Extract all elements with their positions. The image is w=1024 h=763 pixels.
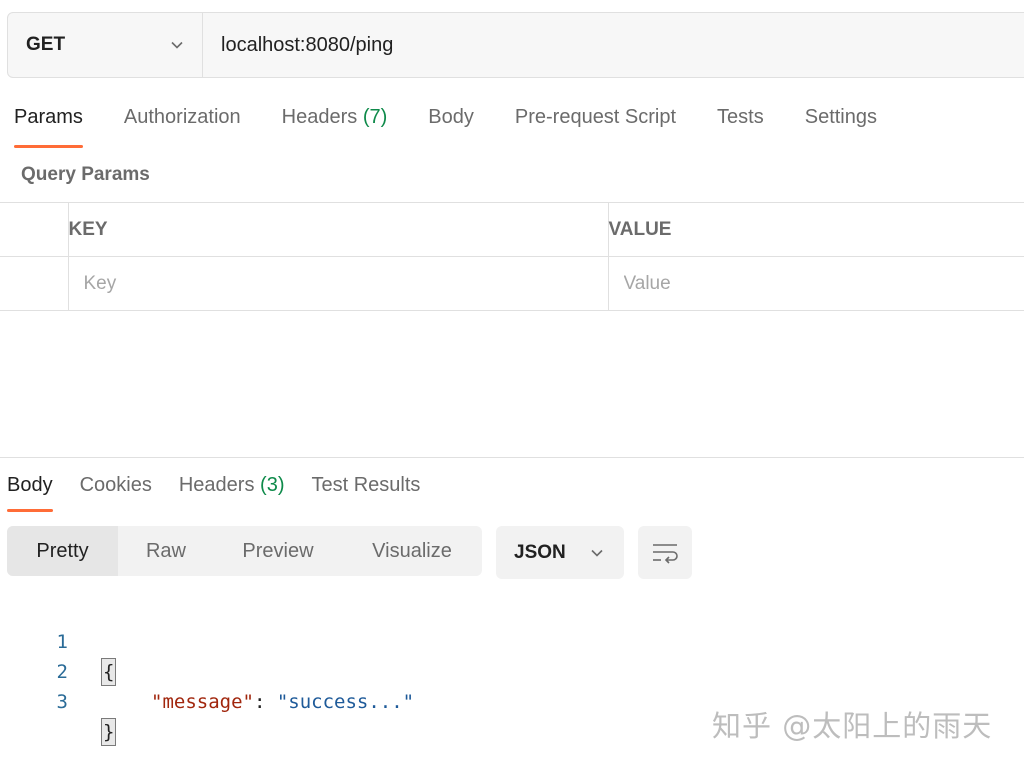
json-colon: : xyxy=(253,691,277,713)
tab-cookies[interactable]: Cookies xyxy=(80,466,152,512)
tab-response-body[interactable]: Body xyxy=(7,466,53,512)
format-label: JSON xyxy=(514,541,566,563)
checkbox-column xyxy=(0,202,68,257)
wrap-lines-button[interactable] xyxy=(638,526,692,579)
tab-settings[interactable]: Settings xyxy=(805,98,877,148)
pane-divider[interactable] xyxy=(0,457,1024,458)
key-cell xyxy=(67,256,608,311)
response-headers-count: (3) xyxy=(260,474,285,496)
tab-authorization[interactable]: Authorization xyxy=(124,98,241,148)
code-line: 3 } xyxy=(0,657,117,746)
json-value: "success..." xyxy=(276,691,415,713)
tab-test-results[interactable]: Test Results xyxy=(311,466,420,512)
watermark-text: 知乎 @太阳上的雨天 xyxy=(712,709,993,743)
code-line: 2 "message": "success..." xyxy=(0,627,415,713)
method-label: GET xyxy=(26,34,66,55)
key-header: KEY xyxy=(67,202,608,257)
request-bar: GET xyxy=(7,12,1024,78)
response-tabs: Body Cookies Headers (3) Test Results xyxy=(7,466,447,512)
url-input[interactable] xyxy=(203,13,1024,77)
tab-headers[interactable]: Headers (7) xyxy=(282,98,388,148)
open-brace: { xyxy=(101,658,117,686)
line-number: 3 xyxy=(56,691,68,713)
postman-window: GET Params Authorization Headers (7) Bod… xyxy=(0,0,1024,763)
tab-tests[interactable]: Tests xyxy=(717,98,764,148)
value-input[interactable] xyxy=(608,257,1024,310)
raw-button[interactable]: Raw xyxy=(118,526,214,576)
json-key: "message" xyxy=(151,691,254,713)
response-body-viewer[interactable]: 1 { 2 "message": "success..." 3 } xyxy=(0,597,415,746)
format-select[interactable]: JSON xyxy=(496,526,624,579)
preview-button[interactable]: Preview xyxy=(214,526,342,576)
pretty-button[interactable]: Pretty xyxy=(7,526,118,576)
query-params-title: Query Params xyxy=(21,164,150,185)
code-line: 1 { xyxy=(0,597,117,686)
tab-params[interactable]: Params xyxy=(14,98,83,148)
query-params-table: KEY VALUE xyxy=(0,202,1024,311)
visualize-button[interactable]: Visualize xyxy=(342,526,482,576)
table-header-row: KEY VALUE xyxy=(0,202,1024,257)
view-mode-group: Pretty Raw Preview Visualize xyxy=(7,526,482,576)
request-tabs: Params Authorization Headers (7) Body Pr… xyxy=(14,98,918,148)
tab-body[interactable]: Body xyxy=(428,98,474,148)
value-header: VALUE xyxy=(607,202,1024,257)
method-select[interactable]: GET xyxy=(8,13,203,77)
chevron-down-icon xyxy=(591,549,603,557)
row-checkbox-cell xyxy=(0,256,68,311)
close-brace: } xyxy=(101,718,117,746)
tab-response-headers[interactable]: Headers (3) xyxy=(179,466,285,512)
headers-count: (7) xyxy=(362,106,388,128)
key-input[interactable] xyxy=(68,257,608,310)
table-row xyxy=(0,256,1024,311)
tab-pre-request-script[interactable]: Pre-request Script xyxy=(515,98,676,148)
value-cell xyxy=(607,256,1024,311)
wrap-lines-icon xyxy=(653,543,678,564)
chevron-down-icon xyxy=(171,41,183,49)
